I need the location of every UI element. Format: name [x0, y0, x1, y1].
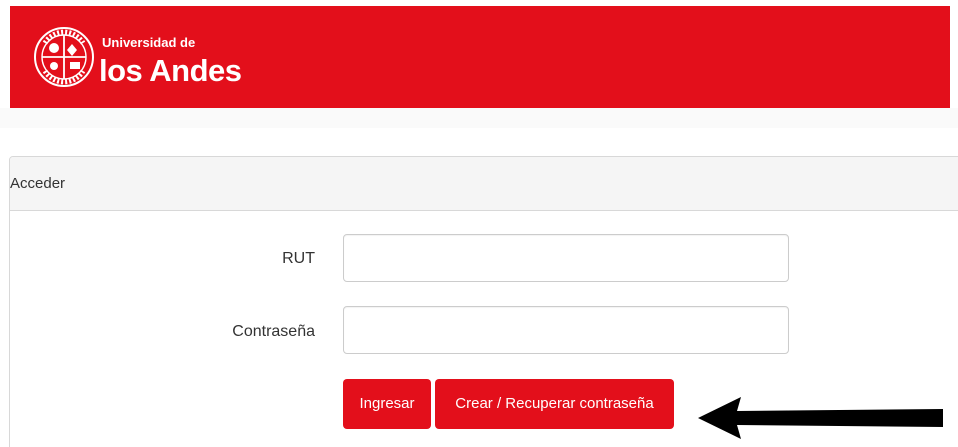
password-input[interactable] — [343, 306, 789, 354]
rut-label: RUT — [282, 250, 315, 267]
rut-input[interactable] — [343, 234, 789, 282]
card-title: Acceder — [10, 175, 66, 192]
subheader-band — [0, 108, 958, 128]
university-seal-icon — [34, 27, 94, 87]
brand-large-text: los Andes — [99, 53, 242, 88]
password-label: Contraseña — [232, 323, 315, 340]
site-header: Universidad de los Andes — [10, 6, 950, 108]
left-arrow-icon — [698, 397, 943, 439]
card-header: Acceder — [10, 157, 958, 211]
recover-password-button[interactable]: Crear / Recuperar contraseña — [435, 379, 674, 429]
brand-small-text: Universidad de — [102, 35, 196, 50]
login-button[interactable]: Ingresar — [343, 379, 431, 429]
login-page: Universidad de los Andes Acceder RUT Con… — [0, 0, 958, 447]
